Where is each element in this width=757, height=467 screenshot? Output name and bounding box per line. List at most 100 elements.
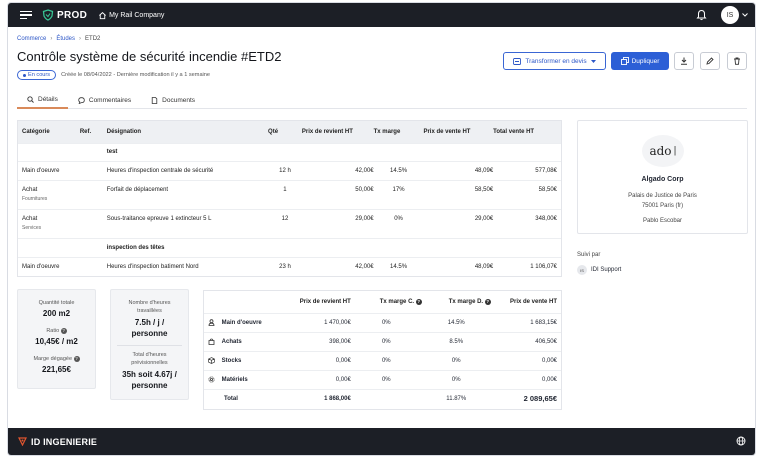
margin-label: Marge dégagée xyxy=(33,356,72,362)
stat-value: 10,45€ / m2 xyxy=(35,337,78,346)
col-summary-margin-d[interactable]: Tx marge D. ? xyxy=(421,291,491,313)
comment-icon xyxy=(78,96,85,104)
summary-row-label: Matériels xyxy=(221,377,248,384)
summary-row[interactable]: Main d'oeuvre 1 470,00€ 0% 14.5% 1 683,1… xyxy=(204,312,561,332)
row-category-label: Achat xyxy=(22,216,38,222)
summary-price: 0,00€ xyxy=(490,369,561,389)
table-row[interactable]: Main d'oeuvre Heures d'inspection centra… xyxy=(18,160,561,180)
breadcrumb-separator: › xyxy=(79,36,82,42)
summary-cost: 1 470,00€ xyxy=(299,312,351,332)
summary-margin-c: 0% xyxy=(350,350,422,370)
tab-details[interactable]: Détails xyxy=(17,91,68,109)
transform-quote-button[interactable]: Transformer en devis xyxy=(503,52,606,70)
box-icon xyxy=(208,357,215,364)
row-total: 577,08€ xyxy=(493,160,561,180)
row-designation: Forfait de déplacement xyxy=(106,179,269,209)
help-icon[interactable]: ? xyxy=(73,356,80,362)
summary-row[interactable]: Stocks 0,00€ 0% 0% 0,00€ xyxy=(204,350,561,370)
summary-row[interactable]: Matériels 0,00€ 0% 0% 0,00€ xyxy=(204,369,561,389)
help-icon[interactable]: ? xyxy=(415,298,422,305)
pencil-icon xyxy=(706,57,714,65)
table-header-row: Catégorie Ref. Désignation Qté Prix de r… xyxy=(18,121,561,143)
gear-icon xyxy=(208,376,215,383)
col-total[interactable]: Total vente HT xyxy=(493,121,561,143)
download-button[interactable] xyxy=(674,52,694,70)
summary-total-margin-c xyxy=(350,388,422,408)
followed-by-user[interactable]: IS IDI Support xyxy=(577,265,621,275)
row-category-label: Achat xyxy=(22,187,38,193)
globe-icon[interactable] xyxy=(736,436,746,446)
section-label: inspection des têtes xyxy=(106,237,269,257)
status-dot xyxy=(23,73,26,77)
col-designation[interactable]: Désignation xyxy=(106,121,269,143)
table-row[interactable]: Achat Fournitures Forfait de déplacement … xyxy=(18,179,561,209)
followed-by-label: Suivi par xyxy=(577,252,601,258)
footer-brand: ID INGENIERIE xyxy=(31,436,98,447)
col-ref[interactable]: Ref. xyxy=(79,121,107,143)
tab-bar: Détails Commentaires Documents xyxy=(17,91,747,109)
transform-label: Transformer en devis xyxy=(525,57,587,65)
delete-button[interactable] xyxy=(727,52,747,70)
row-cost: 42,00€ xyxy=(301,160,374,180)
row-qty: 12 h xyxy=(268,160,302,180)
table-row[interactable]: Achat Services Sous-traitance epreuve 1 e… xyxy=(18,208,561,238)
edit-button[interactable] xyxy=(700,52,720,70)
breadcrumb-commerce[interactable]: Commerce xyxy=(17,36,46,42)
row-total: 58,50€ xyxy=(493,179,561,209)
help-icon[interactable]: ? xyxy=(60,328,67,334)
section-row: inspection des têtes xyxy=(18,237,561,257)
bell-icon[interactable] xyxy=(696,9,707,21)
row-category: Main d'oeuvre xyxy=(18,256,80,276)
row-cost: 42,00€ xyxy=(301,256,374,276)
summary-row-label: Achats xyxy=(221,339,242,346)
summary-cost: 0,00€ xyxy=(299,369,351,389)
client-address-line2: 75001 Paris (fr) xyxy=(641,203,684,209)
chevron-down-icon[interactable] xyxy=(742,13,748,17)
col-summary-price[interactable]: Prix de vente HT xyxy=(490,291,561,313)
footer-bar: ID INGENIERIE xyxy=(8,428,755,455)
copy-icon xyxy=(620,57,629,65)
env-label: PROD xyxy=(57,9,88,21)
document-icon xyxy=(151,96,158,104)
col-margin[interactable]: Tx marge xyxy=(373,121,424,143)
col-summary-cost[interactable]: Prix de revient HT xyxy=(299,291,351,313)
client-card[interactable]: ado | Algado Corp Palais de Justice de Pa… xyxy=(577,120,748,234)
row-price: 48,09€ xyxy=(423,160,494,180)
menu-icon[interactable] xyxy=(20,10,32,20)
col-qty[interactable]: Qté xyxy=(268,121,302,143)
col-category[interactable]: Catégorie xyxy=(18,121,80,143)
home-icon xyxy=(99,11,107,19)
tab-comments[interactable]: Commentaires xyxy=(68,91,141,109)
col-summary-margin-c-label: Tx marge C. xyxy=(379,298,415,305)
tab-documents[interactable]: Documents xyxy=(141,91,205,109)
table-row[interactable]: Main d'oeuvre Heures d'inspection batime… xyxy=(18,256,561,276)
summary-margin-c: 0% xyxy=(350,331,422,351)
row-category: Main d'oeuvre xyxy=(18,160,80,180)
top-bar: PROD My Rail Company IS xyxy=(8,3,755,27)
stat-value: 200 m2 xyxy=(42,309,71,318)
client-contact: Pablo Escobar xyxy=(642,218,683,224)
hours-stats-card: Nombre d'heures travaillées 7.5h / j / p… xyxy=(110,289,189,400)
col-summary-margin-c[interactable]: Tx marge C. ? xyxy=(350,291,422,313)
caret-down-icon xyxy=(590,59,596,63)
row-qty: 12 xyxy=(268,208,302,238)
row-designation: Heures d'inspection batiment Nord xyxy=(106,256,269,276)
summary-price: 0,00€ xyxy=(490,350,561,370)
breadcrumb-etudes[interactable]: Études xyxy=(56,36,75,42)
summary-row[interactable]: Achats 398,00€ 0% 8.5% 406,50€ xyxy=(204,331,561,351)
user-avatar[interactable]: IS xyxy=(721,6,739,24)
help-icon[interactable]: ? xyxy=(484,298,491,305)
stat-label: Nombre d'heures xyxy=(128,300,171,306)
client-logo: ado | xyxy=(642,135,684,167)
trash-icon xyxy=(734,57,740,65)
company-name[interactable]: My Rail Company xyxy=(109,12,164,19)
col-price[interactable]: Prix de vente HT xyxy=(423,121,494,143)
col-cost[interactable]: Prix de revient HT xyxy=(301,121,374,143)
duplicate-button[interactable]: Dupliquer xyxy=(611,52,669,70)
search-icon xyxy=(27,95,34,103)
stat-label: Quantité totale xyxy=(38,300,75,306)
summary-margin-c: 0% xyxy=(350,369,422,389)
row-ref xyxy=(79,208,107,238)
quote-icon xyxy=(513,57,522,65)
row-designation: Heures d'inspection centrale de sécurité xyxy=(106,160,269,180)
